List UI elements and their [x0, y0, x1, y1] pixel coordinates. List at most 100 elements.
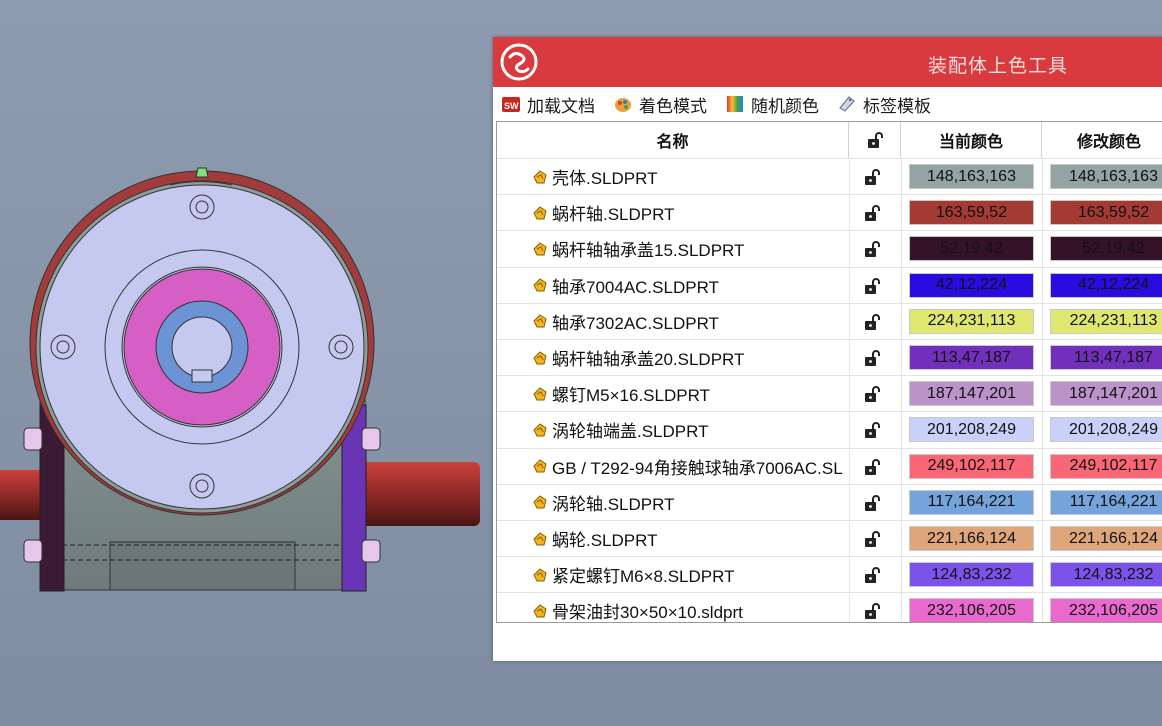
- unlock-icon[interactable]: [862, 529, 882, 549]
- table-row[interactable]: 紧定螺钉M6×8.SLDPRT 124,83,232 124,83,232: [497, 556, 1162, 593]
- table-row[interactable]: 蜗轮.SLDPRT 221,166,124 221,166,124: [497, 520, 1162, 557]
- part-icon: [533, 278, 547, 292]
- unlock-icon[interactable]: [862, 420, 882, 440]
- part-name-cell[interactable]: 轴承7302AC.SLDPRT: [531, 304, 843, 339]
- load-document-button[interactable]: SW 加载文档: [501, 92, 595, 117]
- color-tool-window: 装配体上色工具 SW 加载文档 着色模式 随机颜色 标签模板 名称 当前颜色 修…: [493, 37, 1162, 661]
- current-color-swatch[interactable]: 163,59,52: [909, 200, 1034, 226]
- current-color-swatch[interactable]: 124,83,232: [909, 562, 1034, 588]
- table-row[interactable]: 蜗杆轴轴承盖20.SLDPRT 113,47,187 113,47,187: [497, 339, 1162, 376]
- label-template-label: 标签模板: [863, 96, 931, 116]
- part-name-cell[interactable]: 紧定螺钉M6×8.SLDPRT: [531, 557, 843, 592]
- part-name-cell[interactable]: 螺钉M5×16.SLDPRT: [531, 376, 843, 411]
- part-name-label: GB / T292-94角接触球轴承7006AC.SLDPRT: [552, 458, 843, 478]
- parts-color-table[interactable]: 名称 当前颜色 修改颜色 壳体.SLDPRT 148,163,163 148,163…: [496, 121, 1162, 623]
- current-color-swatch[interactable]: 148,163,163: [909, 164, 1034, 189]
- modified-color-swatch[interactable]: 52,19,42: [1050, 236, 1162, 262]
- modified-color-swatch[interactable]: 113,47,187: [1050, 345, 1162, 370]
- modified-color-swatch[interactable]: 163,59,52: [1050, 200, 1162, 226]
- unlock-icon[interactable]: [862, 457, 882, 477]
- current-color-swatch[interactable]: 201,208,249: [909, 417, 1034, 443]
- modified-color-swatch[interactable]: 124,83,232: [1050, 562, 1162, 588]
- modified-color-swatch[interactable]: 221,166,124: [1050, 526, 1162, 551]
- table-row[interactable]: 蜗杆轴轴承盖15.SLDPRT 52,19,42 52,19,42: [497, 230, 1162, 267]
- table-row[interactable]: 壳体.SLDPRT 148,163,163 148,163,163: [497, 158, 1162, 195]
- modified-color-swatch[interactable]: 148,163,163: [1050, 164, 1162, 189]
- part-icon: [533, 531, 547, 546]
- app-logo-icon: [500, 43, 538, 81]
- unlock-icon[interactable]: [862, 276, 882, 296]
- unlock-icon[interactable]: [862, 384, 882, 404]
- current-color-swatch[interactable]: 117,164,221: [909, 489, 1034, 515]
- unlock-icon: [867, 132, 883, 148]
- table-row[interactable]: 轴承7004AC.SLDPRT 42,12,224 42,12,224: [497, 266, 1162, 303]
- load-document-label: 加载文档: [527, 96, 595, 116]
- table-row[interactable]: 骨架油封30×50×10.sldprt 232,106,205 232,106,20…: [497, 592, 1162, 623]
- modified-color-swatch[interactable]: 249,102,117: [1050, 453, 1162, 479]
- current-color-swatch[interactable]: 249,102,117: [909, 453, 1034, 479]
- part-name-cell[interactable]: 蜗杆轴轴承盖20.SLDPRT: [531, 340, 843, 375]
- modified-color-swatch[interactable]: 232,106,205: [1050, 598, 1162, 622]
- column-header-lock[interactable]: [849, 122, 901, 158]
- modified-color-swatch[interactable]: 42,12,224: [1050, 272, 1162, 298]
- modified-color-swatch[interactable]: 117,164,221: [1050, 489, 1162, 515]
- current-color-swatch[interactable]: 232,106,205: [909, 598, 1034, 622]
- unlock-icon[interactable]: [862, 565, 882, 585]
- table-row[interactable]: 螺钉M5×16.SLDPRT 187,147,201 187,147,201: [497, 375, 1162, 412]
- part-name-cell[interactable]: 涡轮轴端盖.SLDPRT: [531, 412, 843, 447]
- solidworks-icon: SW: [502, 97, 520, 112]
- part-icon: [533, 568, 547, 582]
- current-color-swatch[interactable]: 113,47,187: [909, 345, 1034, 370]
- palette-icon: [615, 98, 631, 112]
- modified-color-swatch[interactable]: 187,147,201: [1050, 381, 1162, 407]
- part-name-cell[interactable]: 蜗轮.SLDPRT: [531, 521, 843, 556]
- random-color-button[interactable]: 随机颜色: [725, 92, 819, 117]
- modified-color-swatch[interactable]: 201,208,249: [1050, 417, 1162, 443]
- table-row[interactable]: 轴承7302AC.SLDPRT 224,231,113 224,231,113: [497, 302, 1162, 339]
- toolbar: SW 加载文档 着色模式 随机颜色 标签模板: [493, 87, 1162, 121]
- unlock-icon[interactable]: [862, 312, 882, 332]
- unlock-icon[interactable]: [862, 348, 882, 368]
- unlock-icon[interactable]: [862, 601, 882, 621]
- part-name-label: 轴承7004AC.SLDPRT: [552, 277, 719, 297]
- part-name-label: 紧定螺钉M6×8.SLDPRT: [552, 567, 735, 587]
- title-bar[interactable]: 装配体上色工具: [493, 37, 1162, 87]
- current-color-swatch[interactable]: 42,12,224: [909, 272, 1034, 298]
- part-name-cell[interactable]: 蜗杆轴.SLDPRT: [531, 195, 843, 230]
- unlock-icon[interactable]: [862, 203, 882, 223]
- unlock-icon[interactable]: [862, 167, 882, 187]
- unlock-icon[interactable]: [862, 239, 882, 259]
- current-color-swatch[interactable]: 187,147,201: [909, 381, 1034, 407]
- part-name-label: 涡轮轴端盖.SLDPRT: [552, 422, 709, 442]
- part-name-label: 骨架油封30×50×10.sldprt: [552, 603, 743, 623]
- part-name-label: 轴承7302AC.SLDPRT: [552, 313, 719, 333]
- current-color-swatch[interactable]: 52,19,42: [909, 236, 1034, 262]
- unlock-icon[interactable]: [862, 493, 882, 513]
- table-row[interactable]: 蜗杆轴.SLDPRT 163,59,52 163,59,52: [497, 194, 1162, 231]
- table-row[interactable]: GB / T292-94角接触球轴承7006AC.SLDPRT 249,102,1…: [497, 447, 1162, 484]
- part-name-label: 蜗杆轴轴承盖20.SLDPRT: [552, 350, 745, 370]
- color-mode-button[interactable]: 着色模式: [613, 92, 707, 117]
- modified-color-swatch[interactable]: 224,231,113: [1050, 308, 1162, 334]
- column-header-current-color[interactable]: 当前颜色: [901, 122, 1042, 158]
- part-name-cell[interactable]: 骨架油封30×50×10.sldprt: [531, 593, 843, 623]
- current-color-swatch[interactable]: 221,166,124: [909, 526, 1034, 551]
- label-template-button[interactable]: 标签模板: [837, 92, 931, 117]
- column-header-name[interactable]: 名称: [497, 122, 849, 158]
- part-icon: [533, 604, 547, 618]
- part-icon: [533, 169, 547, 184]
- current-color-swatch[interactable]: 224,231,113: [909, 308, 1034, 334]
- part-name-cell[interactable]: 轴承7004AC.SLDPRT: [531, 268, 843, 303]
- column-header-modified-color: 修改颜色: [1042, 122, 1162, 158]
- part-name-cell[interactable]: GB / T292-94角接触球轴承7006AC.SLDPRT: [531, 449, 843, 484]
- table-row[interactable]: 涡轮轴.SLDPRT 117,164,221 117,164,221: [497, 483, 1162, 520]
- table-row[interactable]: 涡轮轴端盖.SLDPRT 201,208,249 201,208,249: [497, 411, 1162, 448]
- part-name-label: 蜗杆轴轴承盖15.SLDPRT: [552, 241, 745, 261]
- part-name-cell[interactable]: 涡轮轴.SLDPRT: [531, 485, 843, 520]
- part-name-cell[interactable]: 壳体.SLDPRT: [531, 159, 843, 194]
- random-color-label: 随机颜色: [751, 96, 819, 116]
- part-name-label: 蜗轮.SLDPRT: [552, 531, 658, 551]
- part-icon: [533, 242, 547, 256]
- tag-icon: [839, 96, 855, 112]
- part-name-cell[interactable]: 蜗杆轴轴承盖15.SLDPRT: [531, 231, 843, 266]
